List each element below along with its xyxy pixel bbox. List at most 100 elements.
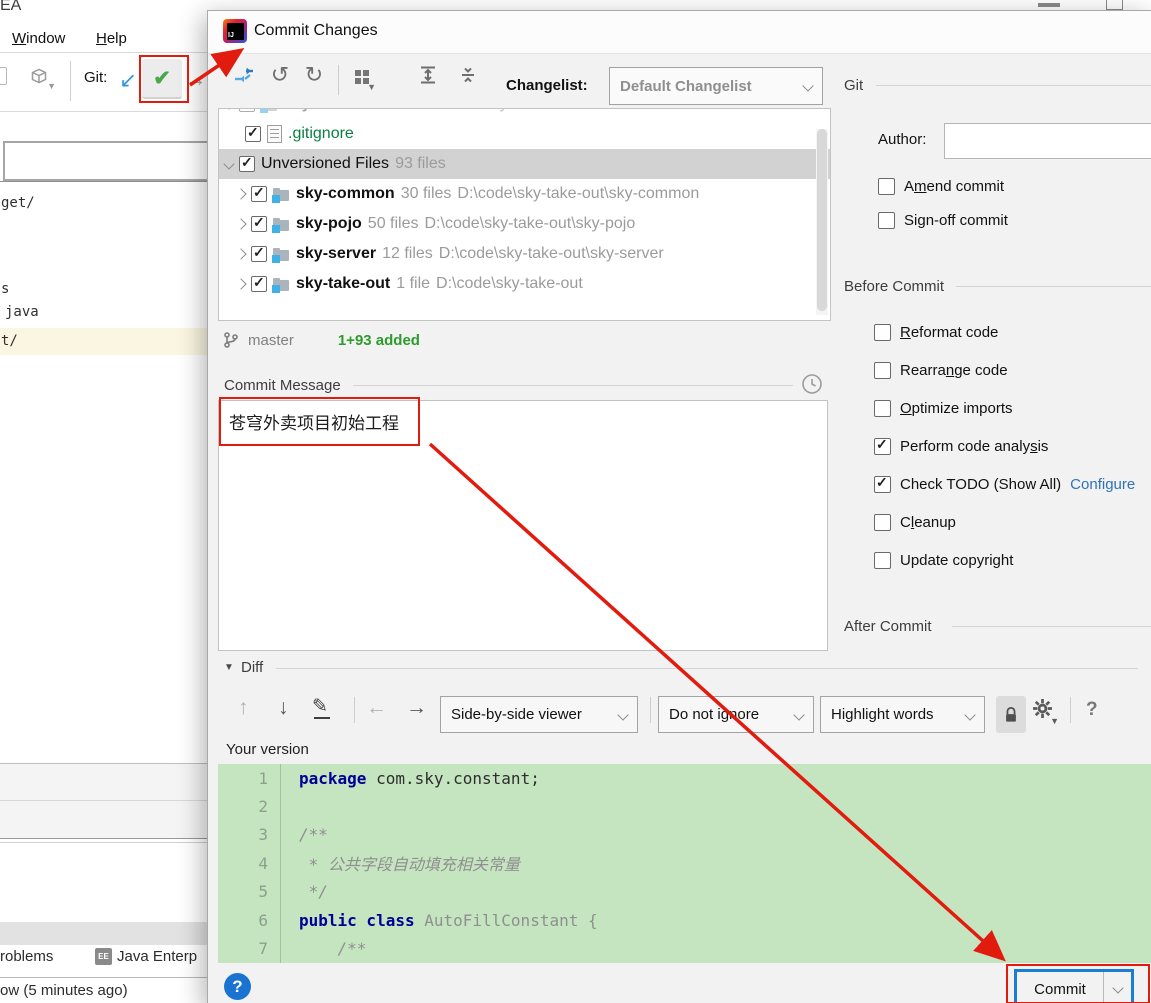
checkbox-option[interactable]: Check TODO (Show All) Configure [874,473,1135,495]
tree-item-name: sky-common [296,185,395,202]
checkbox-option[interactable]: Sign-off commit [878,209,1008,231]
checkbox-option[interactable]: Amend commit [878,175,1008,197]
checkbox-option[interactable]: Rearrange code [874,359,1135,381]
chevron-down-icon[interactable] [223,158,235,170]
tab-java-enterprise[interactable]: EE Java Enterp [95,948,197,965]
next-file-icon[interactable]: → [406,696,427,720]
tree-item-meta: 50 files [367,215,419,232]
group-by-icon[interactable]: ▼ [348,63,376,92]
checkbox-label: Rearrange code [900,361,1008,379]
tree-checkbox[interactable] [239,154,255,172]
code-text: /** [299,825,328,845]
editor-input-fragment[interactable] [3,141,217,181]
configure-link[interactable]: Configure [1070,476,1135,493]
move-to-changelist-icon[interactable] [230,61,258,89]
chevron-down-icon[interactable] [223,109,235,110]
menu-window[interactable]: Window [12,30,65,47]
author-input[interactable] [944,123,1151,159]
highlight-mode-dropdown[interactable]: Highlight words [820,696,985,733]
checkbox-option[interactable]: Perform code analysis [874,435,1135,457]
tree-item-meta: 1 file [384,109,418,113]
java-ee-icon: EE [95,948,112,965]
refresh-icon[interactable]: ↻ [300,61,328,89]
diff-settings-icon[interactable]: ▼ [1032,698,1059,726]
editor-text-fragment: get/ [1,195,35,211]
checkbox[interactable] [874,474,891,493]
chevron-right-icon[interactable] [235,218,247,230]
checkbox-label: Perform code analysis [900,437,1049,455]
chevron-right-icon[interactable] [235,278,247,290]
tree-row[interactable]: sky-server 12 files D:\code\sky-take-out\s… [219,239,830,269]
module-folder-icon [272,247,290,263]
clipped-toolbar-icon[interactable] [0,67,7,85]
tree-checkbox[interactable] [245,124,261,142]
tree-item-meta: 1 file [396,275,431,292]
checkbox-label: Cleanup [900,513,956,531]
message-history-icon[interactable] [801,373,823,400]
checkbox[interactable] [878,177,895,195]
git-update-icon[interactable]: ↙ [114,63,142,97]
whitespace-dropdown[interactable]: Do not ignore [658,696,814,733]
checkbox[interactable] [874,551,891,569]
previous-difference-icon[interactable]: ↑ [238,696,249,720]
file-icon [267,125,282,143]
checkbox[interactable] [874,399,891,417]
checkbox[interactable] [874,436,891,455]
tree-checkbox[interactable] [251,214,267,232]
diff-code-pane[interactable]: 1 package com.sky.constant; 2 3 /** 4 * 公共字段自… [218,764,1151,963]
checkbox-option[interactable]: Reformat code [874,321,1135,343]
chevron-right-icon[interactable] [235,248,247,260]
tree-row[interactable]: sky-take-out 1 file D:\code\sky-take-out [219,269,830,299]
diff-collapse-icon[interactable]: ▼ [224,662,234,673]
checkbox[interactable] [878,211,895,229]
restore-button[interactable] [1106,0,1123,10]
dialog-titlebar[interactable]: IJ Commit Changes [208,11,1151,54]
your-version-label: Your version [226,741,309,758]
checkbox-option[interactable]: Update copyright [874,549,1135,571]
tree-row[interactable]: Unversioned Files 93 files [219,149,830,179]
chevron-right-icon[interactable] [235,188,247,200]
viewer-type-dropdown[interactable]: Side-by-side viewer [440,696,638,733]
previous-file-icon[interactable]: ← [366,696,387,720]
help-button[interactable]: ? [224,973,251,1000]
tree-scrollbar[interactable] [816,129,828,315]
code-line: 7 /** [218,934,1151,963]
checkbox-option[interactable]: Optimize imports [874,397,1135,419]
tree-checkbox[interactable] [251,244,267,262]
tree-item-name: sky-pojo [296,215,362,232]
checkbox-option[interactable]: Cleanup [874,511,1135,533]
next-difference-icon[interactable]: ↓ [278,696,289,720]
tree-row[interactable]: sky-pojo 50 files D:\code\sky-take-out\sky… [219,209,830,239]
tree-checkbox[interactable] [239,109,255,112]
tree-checkbox[interactable] [251,274,267,292]
git-section-label: Git [844,77,864,94]
tree-row[interactable]: sky-common 30 files D:\code\sky-take-out\s… [219,179,830,209]
changes-tree: sky-take-out 1 file D:\code\sky-take-out .g… [218,108,831,321]
tree-item-path: D:\code\sky-take-out [436,275,583,292]
added-files-count: 1+93 added [337,331,420,349]
checkbox[interactable] [874,513,891,531]
tree-row[interactable]: .gitignore [219,119,830,149]
branch-name[interactable]: master [248,332,294,349]
lock-scroll-icon[interactable] [996,696,1026,733]
git-toolbar-label: Git: [84,69,108,86]
chevron-down-icon [802,80,814,92]
tree-row[interactable]: sky-take-out 1 file D:\code\sky-take-out [219,109,830,119]
menu-help[interactable]: Help [96,30,127,47]
checkbox[interactable] [874,361,891,379]
tree-item-path: D:\code\sky-take-out\sky-pojo [424,215,636,232]
jump-to-source-icon[interactable]: ✎ [312,695,330,719]
tab-problems[interactable]: roblems [0,948,53,965]
module-folder-icon [260,109,278,113]
code-line: 4 * 公共字段自动填充相关常量 [218,849,1151,878]
expand-all-icon[interactable] [414,61,442,89]
build-artifact-icon[interactable]: ▼ [26,63,56,91]
checkbox[interactable] [874,323,891,341]
changelist-dropdown[interactable]: Default Changelist [609,67,823,105]
tree-item-meta: 30 files [400,185,452,202]
tree-checkbox[interactable] [251,184,267,202]
minimize-button[interactable] [1038,3,1060,7]
diff-help-icon[interactable]: ? [1086,699,1098,721]
collapse-all-icon[interactable] [454,61,482,89]
rollback-icon[interactable]: ↺ [266,61,294,89]
